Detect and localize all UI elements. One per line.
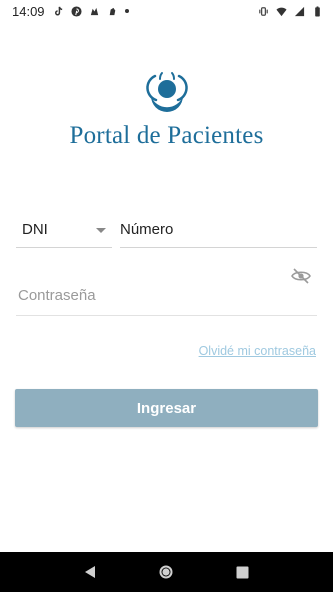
signal-icon — [294, 6, 305, 17]
document-type-value: DNI — [22, 221, 48, 238]
pinterest-icon — [71, 5, 82, 17]
wifi-icon — [276, 6, 287, 17]
password-input[interactable] — [18, 287, 317, 304]
portal-logo-icon — [145, 72, 188, 112]
status-time: 14:09 — [12, 3, 45, 19]
forgot-password-link[interactable]: Olvidé mi contraseña — [199, 344, 316, 358]
more-notifications-dot — [124, 9, 129, 13]
app-icon — [89, 6, 100, 17]
password-field[interactable] — [16, 268, 317, 316]
battery-icon — [312, 5, 323, 17]
brand-logo: Portal de Pacientes — [0, 70, 333, 150]
document-number-field[interactable] — [120, 212, 317, 248]
back-icon[interactable] — [80, 562, 100, 582]
notification-icons — [53, 5, 129, 17]
brand-name: Portal de Pacientes — [69, 122, 264, 149]
vibrate-icon — [258, 6, 269, 17]
document-type-select[interactable]: DNI — [16, 212, 112, 248]
app-icon — [107, 6, 118, 17]
home-icon[interactable] — [156, 562, 176, 582]
login-button[interactable]: Ingresar — [15, 389, 318, 427]
recents-icon[interactable] — [233, 562, 253, 582]
toggle-password-visibility-icon[interactable] — [291, 268, 311, 284]
system-icons — [258, 5, 323, 17]
dropdown-caret-icon — [96, 228, 106, 233]
tiktok-icon — [53, 6, 64, 17]
status-bar: 14:09 — [0, 0, 333, 22]
document-number-input[interactable] — [120, 221, 317, 238]
navigation-bar — [0, 552, 333, 592]
